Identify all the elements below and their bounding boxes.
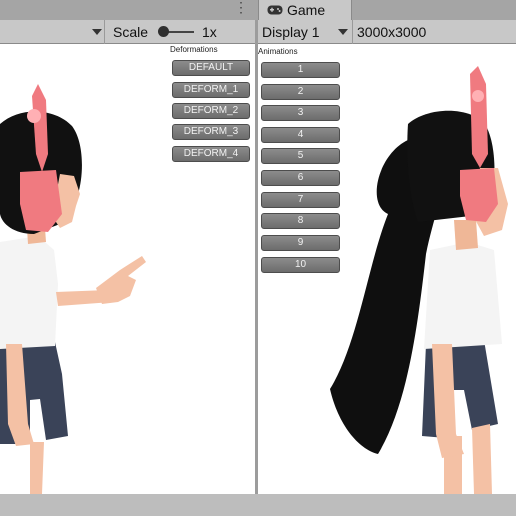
game-view[interactable]: Animations 1 2 3 4 5 6 7 8 9 10: [258, 44, 516, 494]
animation-button-9[interactable]: 9: [261, 235, 340, 251]
game-toolbar: Display 1 3000x3000: [258, 20, 516, 44]
deform-button-default[interactable]: DEFAULT: [172, 60, 250, 76]
scene-toolbar: Scale 1x: [0, 20, 255, 44]
more-vertical-icon[interactable]: ⋮: [234, 0, 248, 16]
deform-button-4[interactable]: DEFORM_4: [172, 146, 250, 162]
animation-button-8[interactable]: 8: [261, 213, 340, 229]
scene-view[interactable]: Deformations DEFAULT DEFORM_1 DEFORM_2 D…: [0, 44, 255, 494]
animation-button-4[interactable]: 4: [261, 127, 340, 143]
bottom-bar: [0, 494, 516, 516]
deform-button-2[interactable]: DEFORM_2: [172, 103, 250, 119]
display-select[interactable]: Display 1: [262, 24, 320, 40]
chevron-down-icon[interactable]: [92, 29, 102, 35]
scale-label: Scale: [113, 24, 149, 40]
scale-value: 1x: [202, 24, 217, 40]
deform-button-3[interactable]: DEFORM_3: [172, 124, 250, 140]
chevron-down-icon[interactable]: [338, 29, 348, 35]
animations-title: Animations: [258, 47, 298, 56]
tab-game[interactable]: Game: [258, 0, 352, 20]
animation-button-2[interactable]: 2: [261, 84, 340, 100]
gamepad-icon: [267, 5, 283, 15]
animation-button-1[interactable]: 1: [261, 62, 340, 78]
animation-button-3[interactable]: 3: [261, 105, 340, 121]
tab-game-label: Game: [287, 2, 326, 18]
toolbar-separator: [352, 20, 353, 44]
animation-button-5[interactable]: 5: [261, 148, 340, 164]
toolbar-separator: [104, 20, 105, 44]
animation-button-10[interactable]: 10: [261, 257, 340, 273]
scale-slider-handle[interactable]: [158, 26, 169, 37]
resolution-select[interactable]: 3000x3000: [357, 24, 426, 40]
deformations-title: Deformations: [170, 45, 218, 54]
animation-button-7[interactable]: 7: [261, 192, 340, 208]
deform-button-1[interactable]: DEFORM_1: [172, 82, 250, 98]
animation-button-6[interactable]: 6: [261, 170, 340, 186]
scale-slider-track[interactable]: [166, 31, 194, 33]
